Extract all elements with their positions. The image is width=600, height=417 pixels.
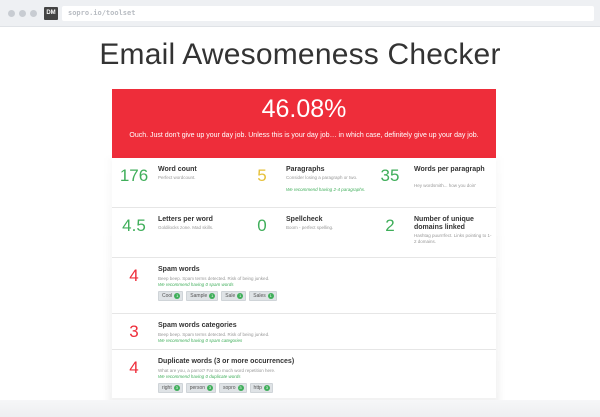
word-tag[interactable]: Sales 1 (249, 291, 277, 301)
browser-toolbar: DM sopro.io/toolset (0, 0, 600, 27)
metric-description: Perfect wordcount. (158, 175, 196, 180)
tag-count-badge: 1 (174, 293, 181, 299)
metric-label: Words per paragraph (414, 166, 485, 173)
tag-count-badge: 1 (209, 293, 216, 299)
page-bottom-background (0, 400, 600, 417)
tag-count-badge: 1 (237, 293, 244, 299)
metrics-row-1: 176 Word count Perfect wordcount. 5 Para… (112, 158, 496, 207)
metric-unique-domains: 2 Number of unique domains linked Hashta… (368, 208, 496, 258)
word-tag[interactable]: person 3 (185, 383, 217, 393)
metric-spam-categories: 3 Spam words categories Beep beep. Spam … (112, 313, 496, 350)
tag-label: sopro (223, 385, 236, 391)
tag-label: Sample (190, 293, 208, 299)
tag-count-badge: 3 (173, 385, 180, 391)
word-tag[interactable]: http 3 (249, 383, 273, 393)
tag-count-badge: 3 (263, 385, 270, 391)
metric-description: Beep beep. Spam terms detected. Risk of … (158, 276, 270, 281)
metric-value: 35 (380, 166, 400, 185)
metric-description: Goldilocks zone. Mad skills. (158, 225, 214, 230)
word-tag[interactable]: Sample 1 (186, 291, 219, 301)
word-tag[interactable]: Sale 1 (221, 291, 247, 301)
metric-value: 3 (129, 322, 139, 341)
metric-spellcheck: 0 Spellcheck Boom - perfect spelling. (240, 208, 368, 258)
favicon-icon: DM (44, 7, 58, 20)
metric-description: Hashtag puurrrfect. Links pointing to 1-… (414, 233, 492, 244)
metric-recommendation: We recommend having 0 spam words (158, 282, 234, 287)
window-close-dot[interactable] (8, 10, 15, 17)
metric-label: Number of unique domains linked (414, 216, 474, 231)
results-panel: 176 Word count Perfect wordcount. 5 Para… (112, 158, 496, 398)
tag-label: person (189, 385, 206, 391)
metric-value: 4 (129, 358, 139, 377)
page-title: Email Awesomeness Checker (99, 38, 501, 71)
metric-description: Consider losing a paragraph or two. (286, 175, 358, 180)
tag-count-badge: 3 (237, 385, 244, 391)
metric-label: Paragraphs (286, 166, 325, 173)
score-banner: 46.08% Ouch. Just don't give up your day… (112, 89, 496, 158)
spam-word-tags: Cool 1 Sample 1 Sale 1 Sales 1 (158, 291, 277, 301)
metric-value: 2 (385, 216, 395, 235)
metric-description: Hey wordsmith... how you doin' (414, 183, 477, 188)
tag-label: Sales (253, 293, 266, 299)
word-tag[interactable]: Cool 1 (158, 291, 184, 301)
metric-word-count: 176 Word count Perfect wordcount. (112, 158, 240, 207)
metric-label: Spellcheck (286, 216, 323, 223)
metric-letters-per-word: 4.5 Letters per word Goldilocks zone. Ma… (112, 208, 240, 258)
metric-description: Beep beep. Spam terms detected. Risk of … (158, 332, 270, 337)
tag-count-badge: 3 (207, 385, 214, 391)
metrics-row-2: 4.5 Letters per word Goldilocks zone. Ma… (112, 207, 496, 258)
window-maximize-dot[interactable] (30, 10, 37, 17)
metric-duplicate-words: 4 Duplicate words (3 or more occurrences… (112, 349, 496, 399)
metric-label: Spam words categories (158, 322, 237, 329)
tag-label: right (162, 385, 172, 391)
tag-label: http (253, 385, 262, 391)
metric-label: Duplicate words (3 or more occurrences) (158, 358, 295, 365)
metric-spam-words: 4 Spam words Beep beep. Spam terms detec… (112, 257, 496, 314)
metric-description: Boom - perfect spelling. (286, 225, 334, 230)
score-message: Ouch. Just don't give up your day job. U… (129, 132, 479, 139)
word-tag[interactable]: sopro 3 (219, 383, 247, 393)
metric-paragraphs: 5 Paragraphs Consider losing a paragraph… (240, 158, 368, 207)
metric-recommendation: We recommend having 0 duplicate words (158, 374, 241, 379)
duplicate-word-tags: right 3 person 3 sopro 3 http 3 (158, 383, 273, 393)
tag-count-badge: 1 (267, 293, 274, 299)
metric-value: 176 (119, 166, 149, 185)
address-bar[interactable]: sopro.io/toolset (62, 6, 594, 21)
metric-label: Spam words (158, 266, 200, 273)
metric-label: Letters per word (158, 216, 213, 223)
metric-value: 5 (257, 166, 267, 185)
metric-value: 4 (129, 266, 139, 285)
word-tag[interactable]: right 3 (158, 383, 183, 393)
metric-value: 4.5 (122, 216, 146, 235)
tag-label: Sale (225, 293, 236, 299)
window-minimize-dot[interactable] (19, 10, 26, 17)
score-value: 46.08% (261, 95, 347, 123)
metric-recommendation: We recommend having 2-4 paragraphs. (286, 187, 366, 192)
metric-words-per-paragraph: 35 Words per paragraph Hey wordsmith... … (368, 158, 496, 207)
metric-description: What are you, a parrot? Far too much wor… (158, 368, 276, 373)
metric-label: Word count (158, 166, 197, 173)
metric-recommendation: We recommend having 0 spam categories (158, 338, 243, 343)
metric-value: 0 (257, 216, 267, 235)
tag-label: Cool (162, 293, 173, 299)
